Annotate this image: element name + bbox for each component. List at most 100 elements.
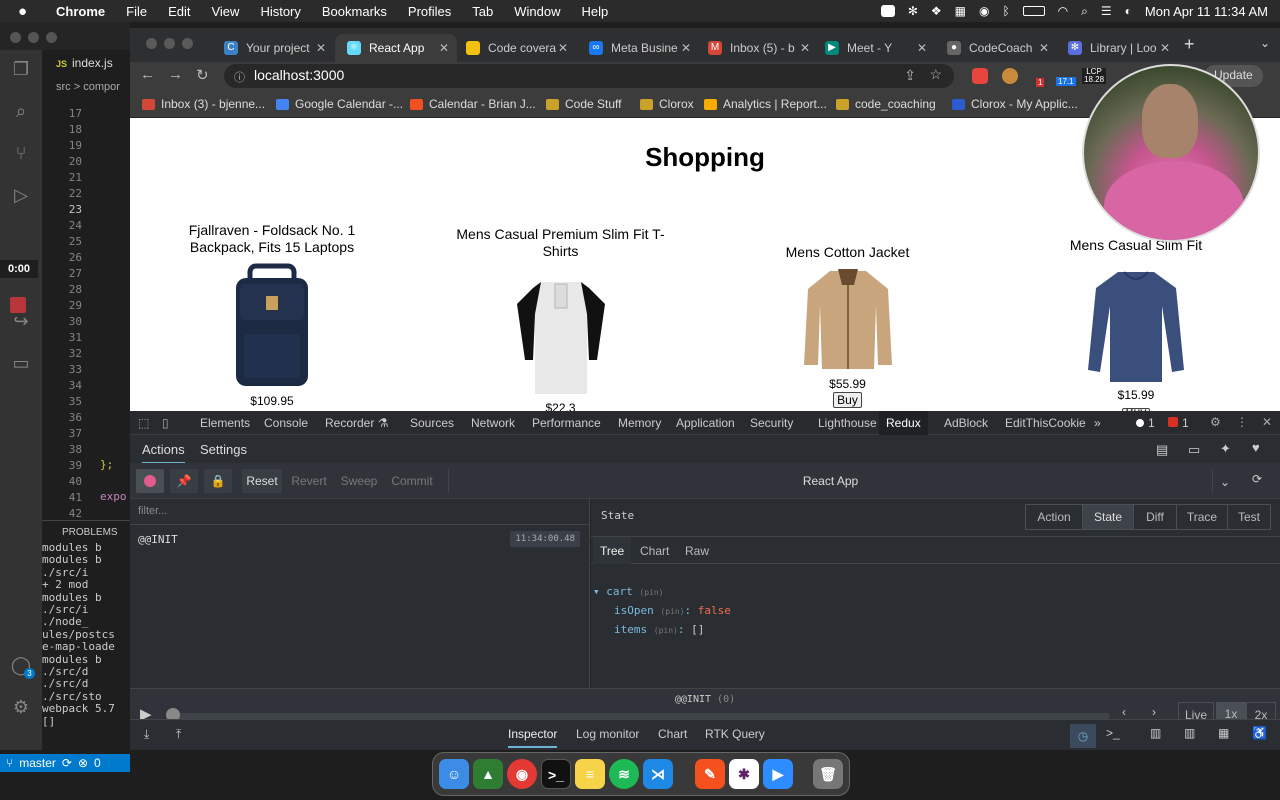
export-icon[interactable]: ⤒ (176, 727, 181, 742)
minimize-window-icon[interactable] (28, 32, 39, 43)
close-tab-icon[interactable]: ✕ (1160, 41, 1170, 55)
chrome-icon[interactable]: ◉ (507, 759, 537, 789)
code-line-40[interactable]: }; (100, 458, 113, 471)
devtools-settings-icon[interactable]: ⚙ (1210, 415, 1221, 429)
close-tab-icon[interactable]: ✕ (681, 41, 691, 55)
zoom-icon[interactable] (880, 5, 895, 17)
new-tab-button[interactable]: + (1184, 34, 1195, 55)
menu-bookmarks[interactable]: Bookmarks (322, 4, 387, 19)
debug-icon[interactable]: ▷ (10, 184, 32, 206)
reset-button[interactable]: Reset (242, 469, 282, 493)
notes-icon[interactable]: ≡ (575, 759, 605, 789)
revert-button[interactable]: Revert (286, 469, 332, 493)
error-count[interactable]: 1 (1182, 416, 1189, 430)
sync-icon[interactable]: ⟳ (62, 756, 72, 770)
devtools-tab[interactable]: Console (264, 416, 308, 430)
info-icon[interactable]: ⓘ (234, 69, 245, 85)
explorer-icon[interactable]: ❐ (10, 58, 32, 80)
back-icon[interactable]: ← (140, 66, 155, 83)
warning-dot-icon[interactable] (1136, 419, 1144, 427)
chrome-maximize-icon[interactable] (182, 38, 193, 49)
error-count[interactable]: 0 (94, 756, 101, 770)
error-icon[interactable]: ⊗ (78, 756, 88, 770)
git-branch[interactable]: master (19, 756, 56, 770)
bookmark-item[interactable]: Clorox - My Applic... (952, 97, 1078, 111)
devtools-tab[interactable]: Elements (200, 416, 250, 430)
subtab-raw[interactable]: Raw (685, 544, 709, 558)
code-line-42[interactable]: expo (100, 490, 127, 503)
devtools-tab[interactable]: EditThisCookie (1005, 416, 1086, 430)
siri-icon[interactable]: ◐ (1125, 4, 1132, 18)
devtools-tab[interactable]: Lighthouse (818, 416, 877, 430)
devtools-tab[interactable]: Security (750, 416, 793, 430)
chrome-close-icon[interactable] (146, 38, 157, 49)
bookmark-item[interactable]: Inbox (3) - bjenne... (142, 97, 265, 111)
chrome-minimize-icon[interactable] (164, 38, 175, 49)
accessibility-icon[interactable]: ♿ (1252, 726, 1267, 740)
browser-tab[interactable]: ● CodeCoach ✕ (935, 34, 1057, 62)
close-window-icon[interactable] (10, 32, 21, 43)
devtools-tab[interactable]: Memory (618, 416, 661, 430)
battery-icon[interactable] (1022, 6, 1045, 16)
menu-tab[interactable]: Tab (472, 4, 493, 19)
search-icon[interactable]: ⌕ (1081, 4, 1088, 19)
devtools-close-icon[interactable]: ✕ (1262, 415, 1272, 429)
close-tab-icon[interactable]: ✕ (558, 41, 568, 55)
browser-tab[interactable]: C Your project ✕ (212, 34, 334, 62)
bookmark-item[interactable]: Clorox (640, 97, 694, 111)
remote-explorer-icon[interactable]: ▭ (10, 352, 32, 374)
browser-tab[interactable]: ∞ Meta Busine ✕ (577, 34, 699, 62)
close-tab-icon[interactable]: ✕ (439, 41, 449, 55)
device-toolbar-icon[interactable]: ▯ (162, 416, 169, 430)
extension-badge-2[interactable]: 17.1 (1056, 77, 1076, 86)
close-tab-icon[interactable]: ✕ (1039, 41, 1049, 55)
problems-panel-tab[interactable]: PROBLEMS (42, 520, 130, 540)
menu-profiles[interactable]: Profiles (408, 4, 451, 19)
step-forward-icon[interactable]: › (1152, 705, 1156, 719)
forward-icon[interactable]: → (168, 66, 183, 83)
menu-file[interactable]: File (126, 4, 147, 19)
devtools-tab[interactable]: Sources (410, 416, 454, 430)
monitor-inspector[interactable]: Inspector (508, 727, 558, 748)
bookmark-item[interactable]: Google Calendar -... (276, 97, 403, 111)
sync-icon[interactable]: ⟳ (1252, 472, 1262, 486)
spotify-icon[interactable]: ≋ (609, 759, 639, 789)
menu-edit[interactable]: Edit (168, 4, 190, 19)
devtools-tab[interactable]: AdBlock (944, 416, 988, 430)
address-bar[interactable]: ⓘ localhost:3000 ⇪ ☆ (224, 64, 954, 88)
trash-icon[interactable]: 🗑 (813, 759, 843, 789)
cookie-extension-icon[interactable] (1002, 68, 1018, 84)
lcp-badge[interactable]: LCP 18.28 (1082, 68, 1106, 84)
pin-button[interactable]: 📌 (170, 469, 198, 493)
bluetooth-icon[interactable]: ᛒ (1002, 4, 1009, 18)
menu-view[interactable]: View (211, 4, 239, 19)
tab-diff[interactable]: Diff (1133, 504, 1177, 530)
pin-label[interactable]: (pin) (660, 607, 684, 616)
devtools-tab[interactable]: Network (471, 416, 515, 430)
browser-tab[interactable]: ▶ Meet - Y ✕ (813, 34, 935, 62)
tab-trace[interactable]: Trace (1176, 504, 1228, 530)
persist-timer-icon[interactable]: ◷ (1070, 724, 1096, 748)
layout-left-icon[interactable]: ▥ (1150, 726, 1161, 740)
browser-tab[interactable]: ⚛ React App ✕ (335, 34, 457, 62)
action-item[interactable]: @@INIT 11:34:00.48 (130, 525, 590, 553)
subtab-chart[interactable]: Chart (640, 544, 669, 558)
extension-icon-1[interactable] (972, 68, 988, 84)
menu-app-name[interactable]: Chrome (56, 4, 105, 19)
slack-icon[interactable]: ✱ (729, 759, 759, 789)
webcam-overlay[interactable] (1082, 64, 1260, 242)
devtools-tab[interactable]: Recorder ⚗ (325, 416, 388, 430)
tree-node-items[interactable]: items (pin): [] (614, 623, 704, 636)
bookmark-item[interactable]: Calendar - Brian J... (410, 97, 536, 111)
play-circle-icon[interactable]: ◉ (979, 4, 989, 18)
error-badge-icon[interactable] (1168, 417, 1178, 427)
finder-icon[interactable]: ☺ (439, 759, 469, 789)
chevron-down-icon[interactable]: ⌄ (1220, 475, 1230, 489)
menu-window[interactable]: Window (514, 4, 560, 19)
layout-bottom-icon[interactable]: ▦ (1218, 726, 1229, 740)
browser-tab[interactable]: Code covera ✕ (454, 34, 576, 62)
menu-history[interactable]: History (260, 4, 300, 19)
devtools-tab[interactable]: Performance (532, 416, 601, 430)
pin-label[interactable]: (pin) (639, 588, 663, 597)
sweep-button[interactable]: Sweep (336, 469, 382, 493)
